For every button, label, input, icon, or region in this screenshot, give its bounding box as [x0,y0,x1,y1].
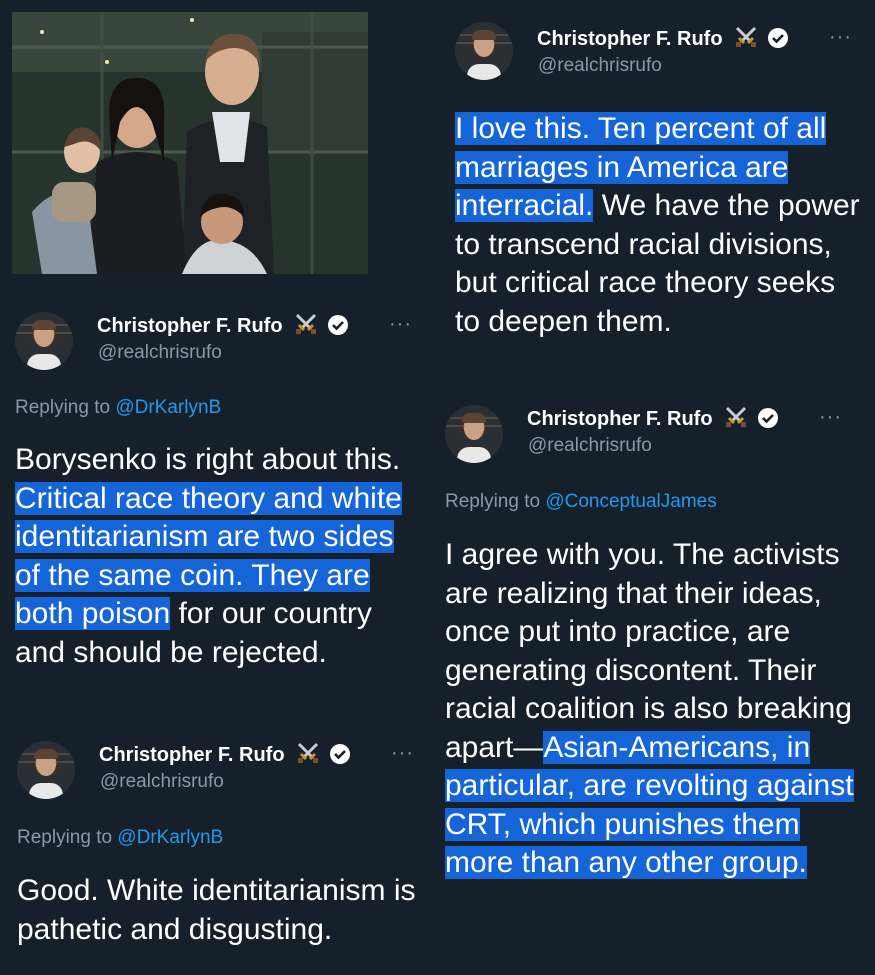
mention-link[interactable]: @DrKarlynB [117,827,223,848]
replying-to-label: Replying to [445,491,546,512]
crossed-swords-icon [294,313,318,341]
crossed-swords-icon [724,406,748,434]
author-name[interactable]: Christopher F. Rufo [97,313,348,341]
tweet-body: Good. White identitarianism is pathetic … [17,874,416,946]
author-name[interactable]: Christopher F. Rufo [527,406,778,434]
author-name-text[interactable]: Christopher F. Rufo [537,28,723,50]
more-options-icon[interactable]: ··· [391,742,414,765]
verified-badge-icon [327,315,348,335]
author-avatar[interactable] [445,405,503,463]
crossed-swords-icon [734,26,758,54]
mention-link[interactable]: @DrKarlynB [115,397,221,418]
author-handle[interactable]: @realchrisrufo [98,342,222,364]
author-name-text[interactable]: Christopher F. Rufo [99,744,285,766]
replying-to-label: Replying to [15,397,116,418]
tweet-body: I agree with you. The activists are real… [445,536,865,883]
replying-to: Replying to @DrKarlynB [15,397,221,419]
replying-to: Replying to @ConceptualJames [445,491,717,513]
author-handle[interactable]: @realchrisrufo [538,55,662,77]
tweet-body: I love this. Ten percent of all marriage… [455,110,863,341]
author-avatar[interactable] [455,22,513,80]
tweet-body: Borysenko is right about this. Critical … [15,441,425,672]
mention-link[interactable]: @ConceptualJames [545,491,716,512]
author-name-text[interactable]: Christopher F. Rufo [527,408,713,430]
verified-badge-icon [767,28,788,48]
family-photo[interactable] [12,12,368,274]
more-options-icon[interactable]: ··· [819,406,842,429]
tweet-text: I agree with you. The activists are real… [445,538,852,764]
verified-badge-icon [757,408,778,428]
crossed-swords-icon [296,742,320,770]
author-handle[interactable]: @realchrisrufo [100,771,224,793]
replying-to-label: Replying to [17,827,118,848]
author-name[interactable]: Christopher F. Rufo [537,26,788,54]
more-options-icon[interactable]: ··· [829,26,852,49]
author-name[interactable]: Christopher F. Rufo [99,742,350,770]
verified-badge-icon [329,744,350,764]
replying-to: Replying to @DrKarlynB [17,827,223,849]
author-name-text[interactable]: Christopher F. Rufo [97,315,283,337]
more-options-icon[interactable]: ··· [389,313,412,336]
tweet-text: Borysenko is right about this. [15,443,401,476]
author-handle[interactable]: @realchrisrufo [528,435,652,457]
author-avatar[interactable] [15,312,73,370]
family-photo-illustration [12,12,368,274]
author-avatar[interactable] [17,741,75,799]
